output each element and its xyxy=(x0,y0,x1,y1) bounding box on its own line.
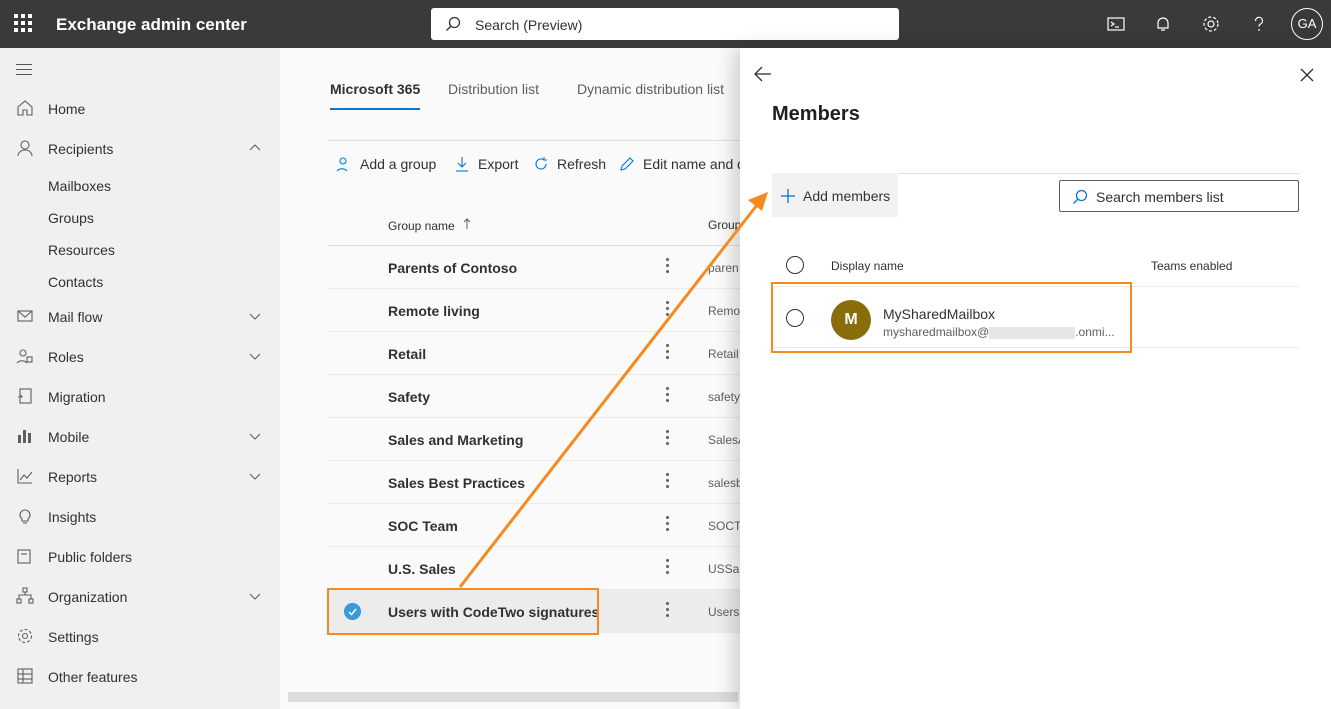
annotation-arrow xyxy=(458,192,768,588)
